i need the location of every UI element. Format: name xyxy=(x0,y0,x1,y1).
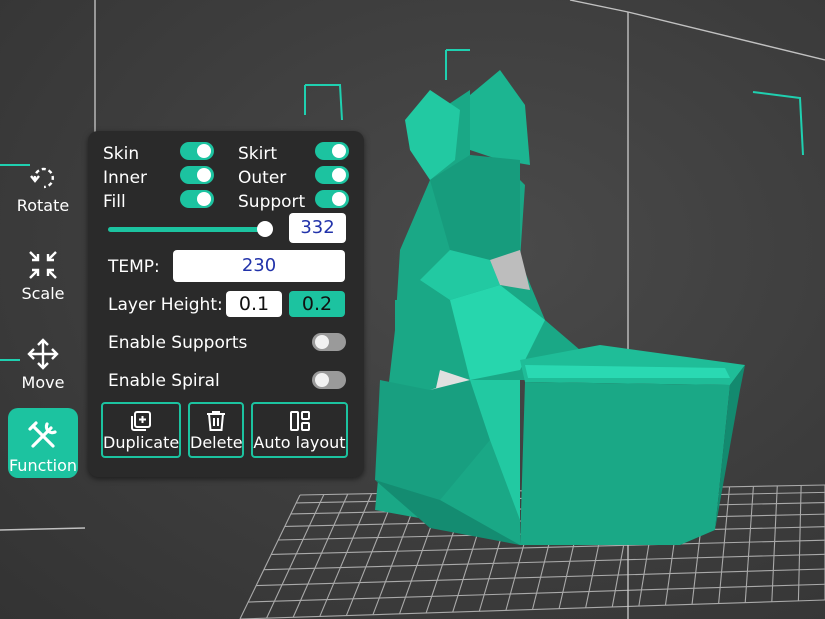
skirt-toggle[interactable] xyxy=(315,142,349,160)
scale-tool-label: Scale xyxy=(21,284,65,303)
toggle-label-fill: Fill xyxy=(103,192,126,212)
duplicate-icon xyxy=(131,411,151,431)
temp-label: TEMP: xyxy=(108,257,160,277)
scale-icon xyxy=(29,251,57,279)
enable-spiral-label: Enable Spiral xyxy=(108,371,220,391)
delete-button-label: Delete xyxy=(190,433,243,452)
inner-toggle[interactable] xyxy=(180,166,214,184)
enable-supports-label: Enable Supports xyxy=(108,333,248,353)
toggle-label-skirt: Skirt xyxy=(238,144,278,164)
duplicate-button-label: Duplicate xyxy=(103,433,180,452)
temp-input[interactable]: 230 xyxy=(173,250,345,282)
layer-height-option-0-2[interactable]: 0.2 xyxy=(289,291,345,317)
toggle-label-outer: Outer xyxy=(238,168,287,188)
function-tool-button[interactable]: Function xyxy=(8,408,78,478)
skin-toggle[interactable] xyxy=(180,142,214,160)
fill-toggle[interactable] xyxy=(180,190,214,208)
move-tool-button[interactable]: Move xyxy=(8,327,78,397)
move-icon xyxy=(27,338,59,370)
auto-layout-button[interactable]: Auto layout xyxy=(251,402,348,458)
auto-layout-button-label: Auto layout xyxy=(253,433,346,452)
viewport-3d[interactable]: Rotate Scale Move Function Skin Skirt In… xyxy=(0,0,825,619)
function-panel: Skin Skirt Inner Outer Fill Support 332 … xyxy=(88,131,364,477)
toggle-label-inner: Inner xyxy=(103,168,148,188)
enable-spiral-toggle[interactable] xyxy=(312,371,346,389)
duplicate-button[interactable]: Duplicate xyxy=(101,402,181,458)
slider-value-field[interactable]: 332 xyxy=(289,213,346,243)
toggle-label-support: Support xyxy=(238,192,306,212)
layout-icon xyxy=(289,411,310,431)
toggle-label-skin: Skin xyxy=(103,144,140,164)
value-slider-handle[interactable] xyxy=(257,221,273,237)
rotate-icon xyxy=(30,167,54,189)
layer-height-option-0-1[interactable]: 0.1 xyxy=(226,291,282,317)
support-toggle[interactable] xyxy=(315,190,349,208)
value-slider-track[interactable] xyxy=(108,227,266,232)
move-tool-label: Move xyxy=(21,373,65,392)
outer-toggle[interactable] xyxy=(315,166,349,184)
delete-button[interactable]: Delete xyxy=(188,402,244,458)
layer-height-label: Layer Height: xyxy=(108,295,223,315)
model-polygon-mesh[interactable] xyxy=(375,70,745,545)
rotate-tool-button[interactable]: Rotate xyxy=(8,150,78,220)
scale-tool-button[interactable]: Scale xyxy=(8,238,78,308)
function-icon xyxy=(28,421,57,448)
function-tool-label: Function xyxy=(8,456,78,475)
enable-supports-toggle[interactable] xyxy=(312,333,346,351)
trash-icon xyxy=(207,411,225,431)
rotate-tool-label: Rotate xyxy=(16,196,70,215)
